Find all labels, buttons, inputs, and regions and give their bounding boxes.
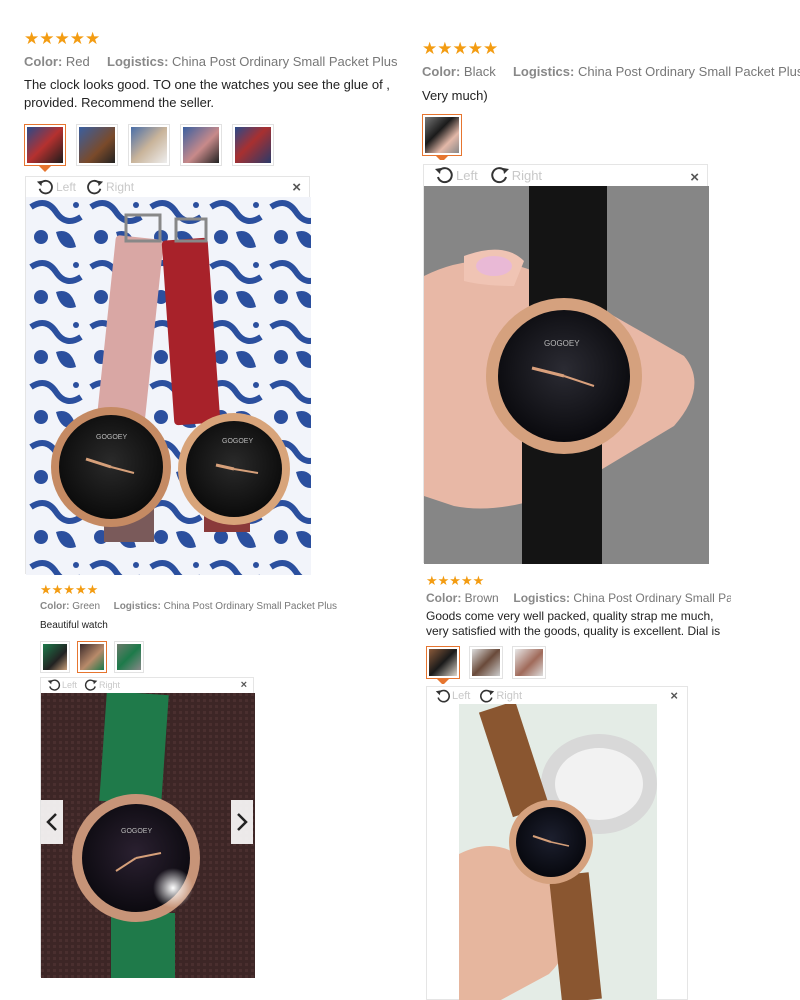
star-rating: ★★★★★ xyxy=(422,40,499,58)
review-text: The clock looks good. TO one the watches… xyxy=(24,77,390,110)
thumbnail[interactable] xyxy=(128,124,170,166)
rotate-right-button[interactable]: Right xyxy=(490,165,542,185)
thumbnail-strip xyxy=(426,646,731,684)
rotate-right-icon xyxy=(87,179,104,195)
watch-photo-brown xyxy=(459,704,657,1000)
previous-image-button[interactable] xyxy=(41,800,63,844)
image-viewer: Left Right × GOGOEY xyxy=(40,677,255,978)
viewer-toolbar: Left Right × xyxy=(41,678,253,692)
review-text: Beautiful watch xyxy=(40,620,108,631)
chevron-left-icon xyxy=(46,813,57,831)
viewer-toolbar: Left Right × xyxy=(427,687,687,704)
image-viewer: Left Right × GOGOEY xyxy=(423,164,709,564)
thumbnail[interactable] xyxy=(469,646,503,679)
star-rating: ★★★★★ xyxy=(24,30,101,48)
rotate-left-label: Left xyxy=(456,167,478,183)
review-meta: Color: Green Logistics: China Post Ordin… xyxy=(40,601,380,612)
logistics-value: China Post Ordinary Small Packet Plus xyxy=(573,591,731,605)
review-photo[interactable]: GOGOEY xyxy=(41,693,255,978)
rotate-left-icon xyxy=(47,679,61,691)
close-button[interactable]: × xyxy=(241,679,247,691)
rotate-right-label: Right xyxy=(106,180,135,194)
review-text: Very much) xyxy=(422,88,488,103)
thumbnail[interactable] xyxy=(24,124,66,172)
color-label: Color: xyxy=(422,64,461,79)
review-text: Goods come very well packed, quality str… xyxy=(426,609,721,638)
thumbnail[interactable] xyxy=(76,124,118,166)
rotate-right-button[interactable]: Right xyxy=(84,678,120,692)
color-label: Color: xyxy=(40,601,70,612)
logistics-label: Logistics: xyxy=(113,601,161,612)
image-viewer: Left Right × xyxy=(426,686,688,1000)
rotate-left-icon xyxy=(435,689,450,702)
brand-text: GOGOEY xyxy=(121,828,152,835)
watch-photo-red-pink: GOGOEY GOGOEY xyxy=(26,197,311,575)
close-button[interactable]: × xyxy=(690,169,699,186)
rotate-left-button[interactable]: Left xyxy=(434,165,478,185)
brand-text: GOGOEY xyxy=(222,438,253,445)
rotate-left-button[interactable]: Left xyxy=(435,688,470,704)
rotate-right-icon xyxy=(480,689,495,702)
brand-text: GOGOEY xyxy=(544,339,580,348)
thumbnail[interactable] xyxy=(426,646,460,684)
watch-photo-green: GOGOEY xyxy=(41,693,255,978)
next-image-button[interactable] xyxy=(231,800,253,844)
logistics-label: Logistics: xyxy=(512,64,575,79)
rotate-right-label: Right xyxy=(511,167,543,183)
color-value: Black xyxy=(463,64,496,79)
thumbnail[interactable] xyxy=(114,641,144,673)
logistics-label: Logistics: xyxy=(107,54,169,69)
review-card: ★★★★★ Color: Green Logistics: China Post… xyxy=(40,583,380,673)
viewer-toolbar: Left Right × xyxy=(424,165,707,186)
chevron-right-icon xyxy=(237,813,248,831)
review-photo[interactable]: GOGOEY xyxy=(424,186,709,564)
color-value: Red xyxy=(65,54,90,69)
thumbnail-strip xyxy=(422,114,800,160)
rotate-right-button[interactable]: Right xyxy=(86,178,134,196)
star-rating: ★★★★★ xyxy=(426,574,485,588)
review-meta: Color: Brown Logistics: China Post Ordin… xyxy=(426,591,731,605)
star-rating: ★★★★★ xyxy=(40,583,99,597)
image-viewer: Left Right × xyxy=(25,176,311,575)
review-photo[interactable] xyxy=(459,704,657,1000)
review-card: ★★★★★ Color: Black Logistics: China Post… xyxy=(422,40,800,160)
rotate-right-icon xyxy=(490,167,509,184)
review-meta: Color: Red Logistics: China Post Ordinar… xyxy=(24,54,404,69)
logistics-value: China Post Ordinary Small Packet Plus xyxy=(172,54,398,69)
thumbnail[interactable] xyxy=(77,641,107,673)
color-value: Green xyxy=(72,601,101,612)
logistics-label: Logistics: xyxy=(513,591,571,605)
review-photo[interactable]: GOGOEY GOGOEY xyxy=(26,197,311,575)
watch-photo-black: GOGOEY xyxy=(424,186,709,564)
rotate-right-label: Right xyxy=(99,680,121,690)
thumbnail-strip xyxy=(40,641,380,673)
rotate-left-icon xyxy=(435,167,453,184)
thumbnail[interactable] xyxy=(180,124,222,166)
rotate-left-button[interactable]: Left xyxy=(47,678,77,692)
review-card: ★★★★★ Color: Brown Logistics: China Post… xyxy=(426,574,731,684)
rotate-left-label: Left xyxy=(62,680,78,690)
viewer-toolbar: Left Right × xyxy=(26,177,309,197)
rotate-left-label: Left xyxy=(452,689,471,702)
logistics-value: China Post Ordinary Small Packet Plus xyxy=(163,601,338,612)
color-label: Color: xyxy=(426,591,462,605)
logistics-value: China Post Ordinary Small Packet Plus xyxy=(577,64,800,79)
color-label: Color: xyxy=(24,54,63,69)
rotate-right-button[interactable]: Right xyxy=(479,688,522,704)
rotate-right-icon xyxy=(84,679,98,691)
rotate-left-button[interactable]: Left xyxy=(36,178,76,196)
thumbnail[interactable] xyxy=(512,646,546,679)
review-meta: Color: Black Logistics: China Post Ordin… xyxy=(422,64,800,79)
thumbnail[interactable] xyxy=(232,124,274,166)
rotate-left-label: Left xyxy=(56,180,77,194)
thumbnail[interactable] xyxy=(422,114,462,160)
thumbnail[interactable] xyxy=(40,641,70,673)
close-button[interactable]: × xyxy=(292,179,301,196)
brand-text: GOGOEY xyxy=(96,434,127,441)
thumbnail-strip xyxy=(24,124,404,172)
rotate-left-icon xyxy=(36,179,53,195)
color-value: Brown xyxy=(464,591,499,605)
rotate-right-label: Right xyxy=(496,689,523,702)
close-button[interactable]: × xyxy=(670,688,678,703)
